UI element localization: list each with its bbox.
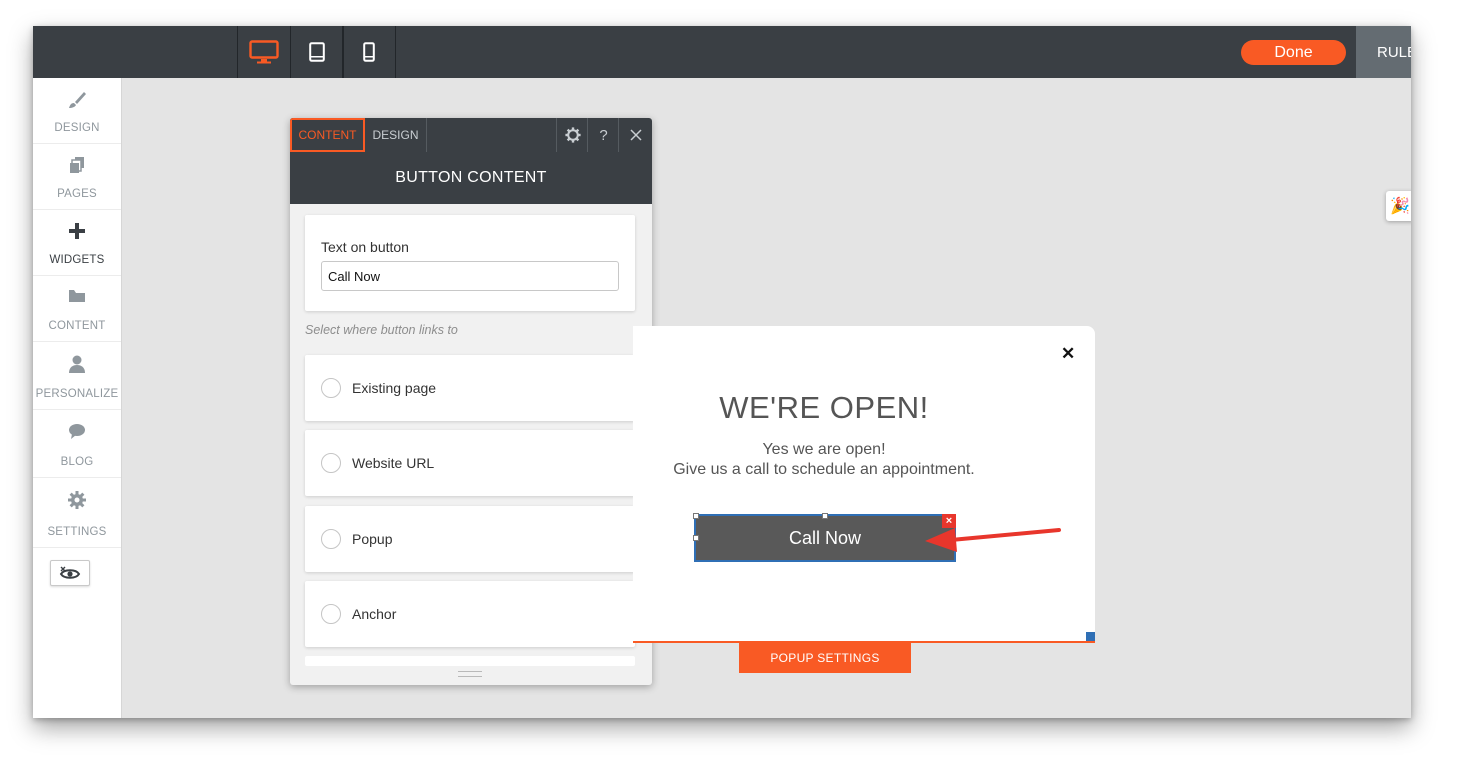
annotation-arrow <box>925 528 1061 552</box>
popup-heading[interactable]: WE'RE OPEN! <box>633 390 1015 426</box>
link-option-label: Existing page <box>352 380 437 396</box>
popup-text-line-1[interactable]: Yes we are open! <box>633 441 1015 459</box>
gear-icon <box>33 490 121 512</box>
question-icon: ? <box>599 126 608 144</box>
eye-icon <box>59 566 81 579</box>
text-on-button-label: Text on button <box>321 239 409 255</box>
panel-settings-button[interactable] <box>556 118 588 152</box>
popup-text-line-2[interactable]: Give us a call to schedule an appointmen… <box>633 461 1015 479</box>
sidebar-item-personalize[interactable]: PERSONALIZE <box>33 342 121 410</box>
phone-icon <box>363 42 375 62</box>
popup-resize-handle[interactable] <box>1086 632 1095 641</box>
close-icon <box>630 129 642 141</box>
popup-preview: ✕ WE'RE OPEN! Yes we are open! Give us a… <box>633 326 1095 643</box>
sidebar-item-blog[interactable]: BLOG <box>33 410 121 478</box>
sidebar-item-label: DESIGN <box>54 122 100 134</box>
top-toolbar: Done RULE <box>33 26 1411 78</box>
sidebar-item-content[interactable]: CONTENT <box>33 276 121 342</box>
sidebar-item-design[interactable]: DESIGN <box>33 78 121 144</box>
sidebar-item-widgets[interactable]: WIDGETS <box>33 210 121 276</box>
sidebar-item-label: PAGES <box>57 188 97 200</box>
link-option-anchor[interactable]: Anchor <box>305 581 635 647</box>
radio-button[interactable] <box>321 604 341 624</box>
popup-close-icon[interactable]: ✕ <box>1061 344 1075 364</box>
pages-icon <box>33 156 121 178</box>
chat-bubble-icon <box>33 422 121 444</box>
link-option-label: Popup <box>352 531 393 547</box>
panel-tab-bar: CONTENT DESIGN ? <box>290 118 652 153</box>
popup-settings-button[interactable]: POPUP SETTINGS <box>739 643 911 673</box>
link-hint: Select where button links to <box>305 323 458 337</box>
person-icon <box>33 354 121 376</box>
sidebar-item-label: PERSONALIZE <box>35 388 119 400</box>
link-option-label: Website URL <box>352 455 435 471</box>
panel-title: BUTTON CONTENT <box>290 152 652 204</box>
link-option-website-url[interactable]: Website URL <box>305 430 635 496</box>
folder-icon <box>33 288 121 310</box>
preview-toggle-button[interactable] <box>50 560 90 586</box>
desktop-view-button[interactable] <box>237 26 291 78</box>
monitor-icon <box>249 40 279 64</box>
editor-window: Done RULE DESIGN PAGES WIDGETS CONT <box>33 26 1411 718</box>
mobile-view-button[interactable] <box>342 26 396 78</box>
radio-button[interactable] <box>321 453 341 473</box>
button-text-input[interactable] <box>321 261 619 291</box>
link-option-label: Anchor <box>352 606 397 622</box>
brush-icon <box>33 90 121 112</box>
resize-handle[interactable] <box>693 535 699 541</box>
tab-design[interactable]: DESIGN <box>365 118 427 152</box>
sidebar-item-label: WIDGETS <box>49 254 105 266</box>
plus-icon <box>33 222 121 244</box>
sidebar-item-label: SETTINGS <box>47 526 107 538</box>
tablet-view-button[interactable] <box>290 26 344 78</box>
party-popper-icon[interactable]: 🎉 <box>1386 191 1411 221</box>
radio-button[interactable] <box>321 529 341 549</box>
done-button[interactable]: Done <box>1241 40 1346 65</box>
tablet-icon <box>309 42 325 62</box>
panel-close-button[interactable] <box>618 118 652 152</box>
gear-icon <box>564 127 581 143</box>
left-sidebar: DESIGN PAGES WIDGETS CONTENT PERSONALIZE <box>33 78 122 718</box>
sidebar-item-pages[interactable]: PAGES <box>33 144 121 210</box>
link-option-partial <box>305 656 635 666</box>
help-button[interactable]: ? <box>587 118 619 152</box>
link-option-popup[interactable]: Popup <box>305 506 635 572</box>
text-on-button-card: Text on button <box>305 215 635 311</box>
resize-handle[interactable] <box>822 513 828 519</box>
link-option-existing-page[interactable]: Existing page <box>305 355 635 421</box>
resize-handle[interactable] <box>693 513 699 519</box>
sidebar-item-settings[interactable]: SETTINGS <box>33 478 121 548</box>
call-now-label: Call Now <box>788 527 862 548</box>
radio-button[interactable] <box>321 378 341 398</box>
button-content-panel: CONTENT DESIGN ? BUTTON CONTENT Text on … <box>290 118 652 685</box>
sidebar-item-label: BLOG <box>60 456 94 468</box>
rules-tab[interactable]: RULE <box>1356 26 1411 78</box>
tab-content[interactable]: CONTENT <box>290 118 365 152</box>
panel-resize-grip[interactable] <box>458 671 482 677</box>
sidebar-item-label: CONTENT <box>48 320 106 332</box>
